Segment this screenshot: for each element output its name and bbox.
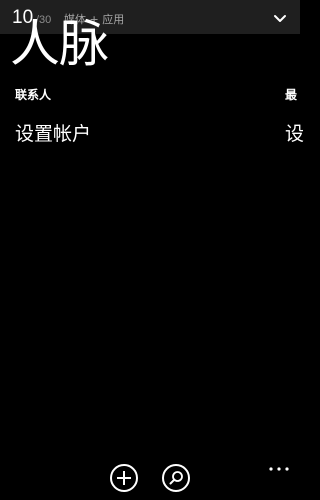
setup-account-link[interactable]: 设置帐户 xyxy=(15,121,91,147)
more-icon[interactable] xyxy=(268,463,290,475)
add-button[interactable] xyxy=(109,463,139,493)
section-header-contacts: 联系人 xyxy=(15,88,52,102)
search-button[interactable] xyxy=(161,463,191,493)
search-icon xyxy=(162,464,190,492)
chevron-down-icon[interactable] xyxy=(268,9,292,29)
section-header-recent: 最 xyxy=(285,88,298,102)
setup-account-link-next[interactable]: 设 xyxy=(285,121,304,147)
add-icon xyxy=(110,464,138,492)
page-title: 人脉 xyxy=(10,15,109,73)
